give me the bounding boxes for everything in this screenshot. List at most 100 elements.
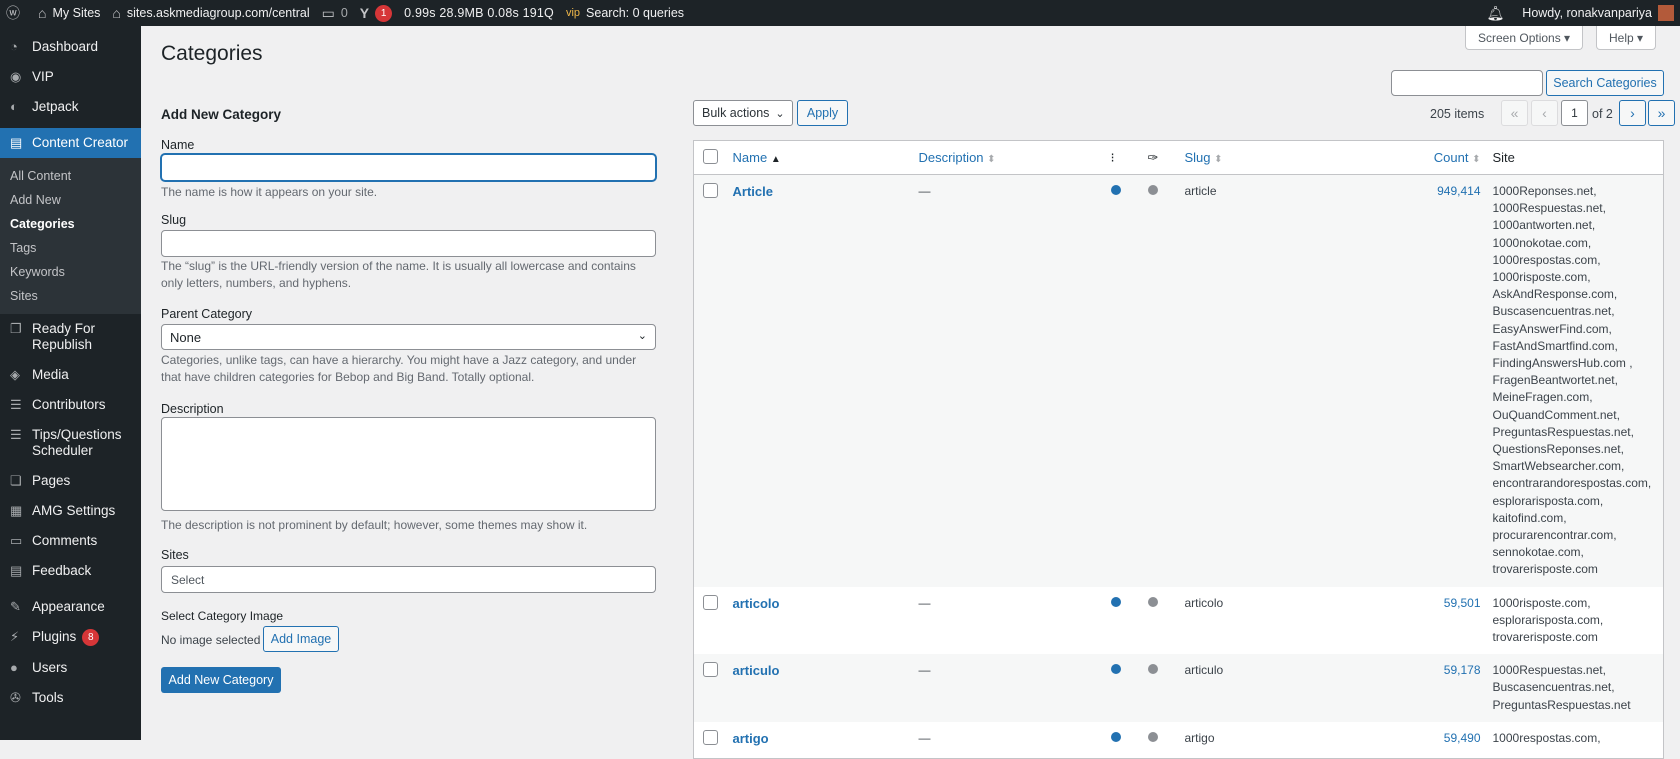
sidebar-item-contributors[interactable]: ☰ Contributors: [0, 390, 141, 420]
sidebar-item-amg-settings[interactable]: ▦ AMG Settings: [0, 496, 141, 526]
wordpress-logo-icon[interactable]: ⓦ: [0, 0, 32, 26]
category-count-link[interactable]: 59,501: [1420, 587, 1487, 655]
next-page-button[interactable]: ›: [1619, 100, 1646, 126]
dashboard-icon: ◔: [10, 39, 18, 54]
submenu-tags[interactable]: Tags: [0, 236, 141, 260]
description-textarea[interactable]: [161, 417, 656, 511]
media-icon: ◈: [10, 367, 20, 382]
row-checkbox[interactable]: [703, 662, 718, 678]
row-checkbox[interactable]: [703, 183, 718, 198]
brush-icon: ✎: [10, 599, 21, 614]
category-sites: 1000Respuestas.net, Buscasencuentras.net,…: [1486, 654, 1664, 722]
column-slug[interactable]: Slug ⬍: [1178, 140, 1420, 175]
column-count[interactable]: Count ⬍: [1419, 140, 1487, 175]
document-icon: ▤: [10, 135, 23, 150]
select-all-checkbox[interactable]: [703, 148, 718, 164]
query-monitor-menu[interactable]: 0.99s 28.9MB 0.08s 191Q: [398, 0, 560, 26]
parent-category-select[interactable]: None ⌄: [161, 324, 656, 350]
site-domain: esplorarisposta.com,: [1492, 493, 1604, 508]
sort-asc-icon: ▲: [770, 154, 781, 165]
yoast-menu[interactable]: Y1: [354, 0, 398, 26]
column-description[interactable]: Description ⬍: [912, 140, 1105, 175]
slug-input[interactable]: [161, 230, 656, 257]
submenu-keywords[interactable]: Keywords: [0, 260, 141, 284]
sidebar-item-plugins[interactable]: ⚡︎ Plugins 8: [0, 622, 141, 653]
sites-icon: ⌂: [38, 5, 47, 21]
sidebar-item-content-creator[interactable]: ▤ Content Creator: [0, 128, 141, 158]
sidebar-item-jetpack[interactable]: ◐ Jetpack: [0, 92, 141, 122]
submenu-all-content[interactable]: All Content: [0, 164, 141, 188]
name-input[interactable]: [161, 154, 656, 181]
site-domain: encontrarandorespostas.com,: [1492, 476, 1652, 491]
plugins-update-badge: 8: [82, 629, 100, 646]
status-dot: [1110, 664, 1121, 675]
last-page-button[interactable]: »: [1648, 100, 1675, 126]
submenu-add-new[interactable]: Add New: [0, 188, 141, 212]
sidebar-item-appearance[interactable]: ✎ Appearance: [0, 592, 141, 622]
site-domain: Buscasencuentras.net,: [1492, 304, 1615, 319]
category-description: —: [912, 174, 1105, 587]
plugin-icon: ⚡︎: [10, 629, 20, 644]
sidebar-item-pages[interactable]: ❏ Pages: [0, 466, 141, 496]
add-category-heading: Add New Category: [161, 107, 282, 122]
sites-select[interactable]: Select: [161, 566, 656, 593]
category-count-link[interactable]: 59,178: [1419, 654, 1487, 722]
site-domain: 1000respostas.com,: [1492, 730, 1601, 745]
submenu-sites[interactable]: Sites: [0, 284, 141, 308]
category-name-link[interactable]: artigo: [733, 731, 769, 746]
my-sites-menu[interactable]: ⌂ My Sites: [32, 0, 106, 26]
category-slug: article: [1178, 174, 1420, 587]
sidebar-item-dashboard[interactable]: ◔ Dashboard: [0, 32, 141, 62]
sort-icon: ⬍: [987, 154, 996, 165]
sidebar-item-tools[interactable]: ✇ Tools: [0, 683, 141, 713]
sidebar-item-comments[interactable]: ▭ Comments: [0, 526, 141, 556]
row-checkbox[interactable]: [703, 594, 718, 610]
name-help-text: The name is how it appears on your site.: [161, 185, 378, 199]
submenu-categories[interactable]: Categories: [0, 212, 141, 236]
add-image-button[interactable]: Add Image: [263, 626, 339, 652]
category-count-link[interactable]: 59,490: [1420, 722, 1487, 759]
sites-label: Sites: [161, 548, 189, 562]
search-categories-input[interactable]: [1391, 70, 1543, 96]
first-page-button[interactable]: «: [1501, 100, 1528, 126]
help-button[interactable]: Help ▾: [1596, 26, 1657, 50]
sidebar-item-tips-questions-scheduler[interactable]: ☰ Tips/Questions Scheduler: [0, 420, 141, 466]
category-image-label: Select Category Image: [161, 609, 284, 623]
prev-page-button[interactable]: ‹: [1531, 100, 1558, 126]
site-domain: 1000antworten.net,: [1492, 218, 1596, 233]
notifications-bell-icon[interactable]: 🔔︎: [1481, 0, 1511, 26]
sidebar-item-vip[interactable]: ◉ VIP: [0, 62, 141, 92]
site-domain: PreguntasRespuestas.net,: [1492, 424, 1634, 439]
screen-options-button[interactable]: Screen Options ▾: [1465, 26, 1584, 50]
comments-menu[interactable]: ▭ 0: [316, 0, 354, 26]
category-name-link[interactable]: articolo: [733, 596, 780, 611]
main-content: Categories Screen Options ▾ Help ▾ Searc…: [141, 26, 1680, 759]
category-slug: articolo: [1184, 595, 1224, 610]
site-domain: AskAndResponse.com,: [1492, 287, 1618, 302]
sidebar-item-users[interactable]: ● Users: [0, 653, 141, 683]
search-categories-button[interactable]: Search Categories: [1546, 70, 1664, 96]
column-name[interactable]: Name ▲: [726, 140, 913, 175]
bulk-actions-select[interactable]: Bulk actions ⌄: [693, 100, 793, 126]
add-new-category-button[interactable]: Add New Category: [161, 667, 281, 693]
copy-icon: ❐: [10, 321, 22, 336]
vip-icon: ◉: [10, 69, 22, 84]
sidebar-item-media[interactable]: ◈ Media: [0, 360, 141, 390]
category-name-link[interactable]: articulo: [733, 663, 780, 678]
apply-button[interactable]: Apply: [797, 100, 848, 126]
chevron-down-icon: ⌄: [637, 330, 647, 342]
table-row: articulo — articulo 59,178 1000Respuesta…: [693, 654, 1664, 722]
site-domain: 1000Reponses.net,: [1492, 184, 1597, 198]
category-name-link[interactable]: Article: [733, 184, 773, 199]
no-image-text: No image selected: [161, 633, 261, 647]
chevron-down-icon: ⌄: [775, 107, 785, 120]
site-name-menu[interactable]: ⌂ sites.askmediagroup.com/central: [106, 0, 315, 26]
current-page-input[interactable]: 1: [1561, 100, 1588, 126]
account-menu[interactable]: Howdy, ronakvanpariya: [1510, 0, 1680, 26]
vip-search-menu[interactable]: vip Search: 0 queries: [560, 0, 690, 26]
sidebar-item-feedback[interactable]: ▤ Feedback: [0, 556, 141, 586]
row-checkbox[interactable]: [703, 729, 718, 745]
category-sites: 1000risposte.com, esplorarisposta.com, tro…: [1487, 587, 1664, 655]
category-count-link[interactable]: 949,414: [1419, 174, 1487, 587]
sidebar-item-ready-for-republish[interactable]: ❐ Ready For Republish: [0, 314, 141, 360]
